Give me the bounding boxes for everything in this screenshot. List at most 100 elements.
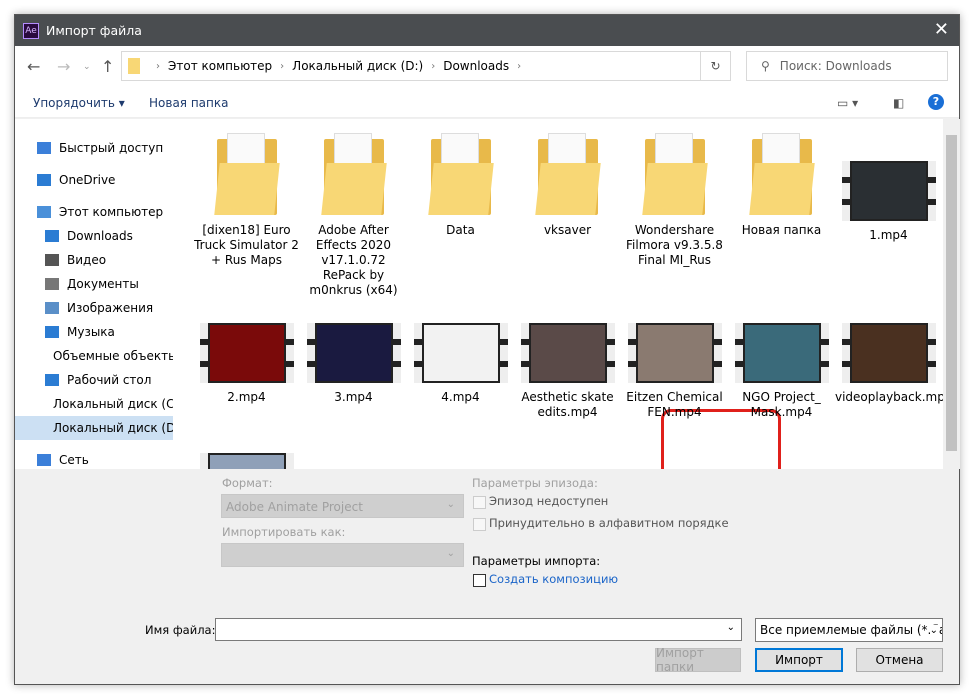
sidebar-item-icon [45,326,59,338]
video-file-item[interactable]: 4.mp4 [407,323,514,405]
search-icon: ⚲ [761,59,770,73]
video-file-item[interactable]: 1.mp4 [835,161,942,243]
file-list: [dixen18] Euro Truck Simulator 2 + Rus M… [173,119,943,469]
file-name: Eitzen Chemical FEN.mp4 [626,390,723,419]
create-composition-label[interactable]: Создать композицию [489,572,618,586]
vertical-scrollbar[interactable] [943,119,960,469]
scrollbar-thumb[interactable] [946,135,957,451]
folder-icon [128,58,140,74]
create-composition-checkbox[interactable] [473,574,486,587]
close-button[interactable]: ✕ [934,19,949,40]
folder-icon [320,133,387,217]
alphabetical-checkbox[interactable] [473,518,486,531]
import-folder-button[interactable]: Импорт папки [655,646,741,674]
filename-label: Имя файла: [145,623,216,637]
sequence-options-label: Параметры эпизода: [472,476,598,490]
file-name: vksaver [543,223,592,237]
sidebar-item[interactable]: Изображения [15,296,173,320]
sidebar-item-label: Видео [67,253,107,267]
folder-icon [213,133,280,217]
help-icon[interactable]: ? [928,94,944,110]
format-select[interactable]: Adobe Animate Project ⌄ [221,494,464,518]
view-options-icon[interactable]: ▭ ▾ [837,96,858,110]
refresh-button[interactable]: ↻ [701,51,731,81]
organize-button[interactable]: Упорядочить ▾ [33,96,125,110]
cancel-button[interactable]: Отмена [856,648,943,672]
sidebar-item-label: Этот компьютер [59,205,164,219]
sidebar-item-icon [45,278,59,290]
file-name: Wondershare Filmora v9.3.5.8 Final MI_Ru… [626,223,723,267]
video-thumbnail-icon [627,323,722,383]
file-name: videoplayback.mp4 [835,390,943,404]
file-name: 1.mp4 [869,228,908,242]
sidebar-item[interactable]: Быстрый доступ [15,136,173,160]
sidebar-item[interactable]: Музыка [15,320,173,344]
sidebar-item[interactable]: Документы [15,272,173,296]
forward-arrow-icon[interactable]: → [57,57,70,76]
sidebar-item-icon [37,174,51,186]
new-folder-button[interactable]: Новая папка [149,96,228,110]
breadcrumb-item[interactable]: Downloads [443,59,509,73]
folder-item[interactable]: Wondershare Filmora v9.3.5.8 Final MI_Ru… [621,133,728,268]
after-effects-icon: Ae [23,22,39,39]
import-as-label: Импортировать как: [222,525,346,539]
folder-item[interactable]: Adobe After Effects 2020 v17.1.0.72 RePa… [300,133,407,298]
back-arrow-icon[interactable]: ← [27,57,40,76]
toolbar: Упорядочить ▾ Новая папка ▭ ▾ ◧ ? [15,88,959,118]
file-name: 3.mp4 [334,390,373,404]
sidebar-item-label: Downloads [67,229,133,243]
sidebar-item[interactable]: Рабочий стол [15,368,173,392]
breadcrumb-item[interactable]: Локальный диск (D:) [292,59,423,73]
sidebar-item[interactable]: Локальный диск (C:) [15,392,173,416]
window-title: Импорт файла [46,23,142,38]
video-file-item[interactable]: videoplayback.mp4 [835,323,943,405]
file-name: Adobe After Effects 2020 v17.1.0.72 RePa… [309,223,398,297]
preview-pane-icon[interactable]: ◧ [893,96,904,110]
video-file-item[interactable] [193,453,300,469]
recent-chevron-icon[interactable]: ⌄ [83,62,91,72]
title-bar: Ae Импорт файла ✕ [15,15,959,46]
video-file-item[interactable]: Eitzen Chemical FEN.mp4 [621,323,728,420]
import-button[interactable]: Импорт [755,648,843,672]
video-thumbnail-icon [841,161,936,221]
video-thumbnail-icon [734,323,829,383]
folder-item[interactable]: Новая папка [728,133,835,238]
navigation-pane: Быстрый доступ OneDrive Этот компьютер Down… [15,119,173,469]
sidebar-item[interactable]: Локальный диск (D:) [15,416,173,440]
sidebar-item-label: Музыка [67,325,115,339]
video-thumbnail-icon [306,323,401,383]
folder-icon [748,133,815,217]
folder-item[interactable]: [dixen18] Euro Truck Simulator 2 + Rus M… [193,133,300,268]
sidebar-item-label: Изображения [67,301,154,315]
address-bar[interactable]: › Этот компьютер › Локальный диск (D:) › Do… [121,51,701,81]
file-name: Data [446,223,475,237]
folder-icon [427,133,494,217]
sidebar-item[interactable]: OneDrive [15,168,173,192]
import-as-select[interactable]: ⌄ [221,543,464,567]
sidebar-item[interactable]: Downloads [15,224,173,248]
format-label: Формат: [222,476,273,490]
sidebar-item[interactable]: Объемные объекты [15,344,173,368]
file-type-select[interactable]: Все приемлемые файлы (*.fla ⌄ [755,618,943,642]
search-placeholder: Поиск: Downloads [779,59,892,73]
video-file-item[interactable]: 2.mp4 [193,323,300,405]
folder-item[interactable]: vksaver [514,133,621,238]
sidebar-item-icon [37,142,51,154]
search-input[interactable]: ⚲ Поиск: Downloads [746,51,948,81]
sidebar-item-icon [45,254,59,266]
file-name: Новая папка [741,223,822,237]
video-thumbnail-icon [199,323,294,383]
video-file-item[interactable]: 3.mp4 [300,323,407,405]
video-file-item[interactable]: NGO Project_ Mask.mp4 [728,323,835,420]
sidebar-item[interactable]: Сеть [15,448,173,469]
sidebar-item[interactable]: Этот компьютер [15,200,173,224]
up-arrow-icon[interactable]: ↑ [101,57,114,76]
filename-input[interactable]: ⌄ [215,618,742,641]
folder-icon [534,133,601,217]
sequence-checkbox[interactable] [473,496,486,509]
breadcrumb-item[interactable]: Этот компьютер [168,59,272,73]
sidebar-item[interactable]: Видео [15,248,173,272]
video-file-item[interactable]: Aesthetic skate edits.mp4 [514,323,621,420]
folder-item[interactable]: Data [407,133,514,238]
file-name: 4.mp4 [441,390,480,404]
